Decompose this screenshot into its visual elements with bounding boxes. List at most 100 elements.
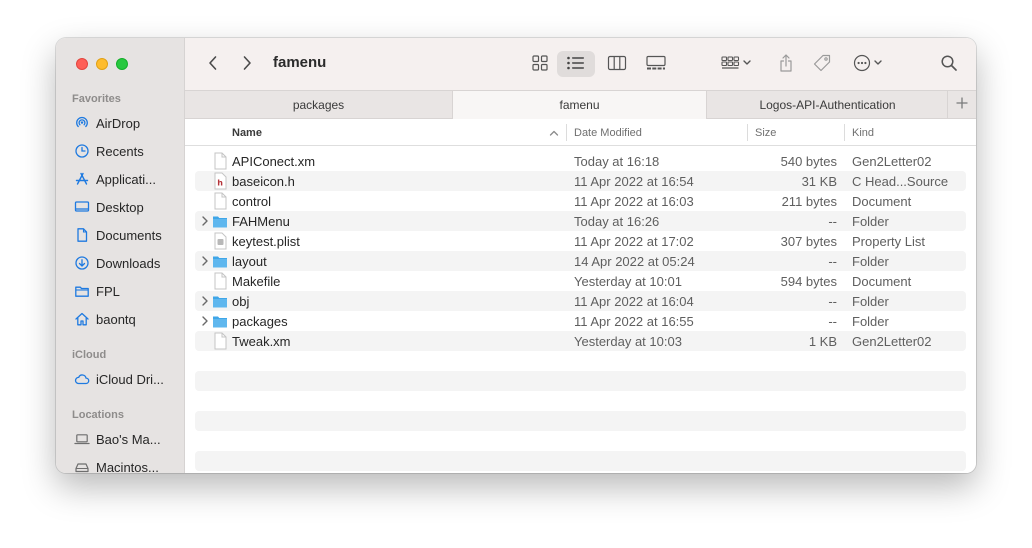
folder-icon [212, 252, 228, 270]
sidebar-item-applications[interactable]: Applicati... [74, 169, 182, 189]
plus-icon [956, 96, 968, 114]
table-row[interactable]: Makefile Yesterday at 10:01 594 bytes Do… [195, 271, 966, 291]
file-kind: Property List [852, 233, 925, 249]
gallery-view-button[interactable] [639, 51, 673, 77]
icloud-section-label: iCloud [72, 349, 107, 361]
file-size: -- [828, 253, 837, 269]
sidebar-item-label: Macintos... [96, 459, 159, 474]
sidebar-item-label: Downloads [96, 255, 161, 271]
column-view-button[interactable] [601, 51, 633, 77]
disclosure-chevron-icon[interactable] [200, 254, 210, 268]
tags-button[interactable] [809, 51, 835, 77]
file-date: Yesterday at 10:03 [574, 333, 682, 349]
file-name: baseicon.h [232, 173, 295, 189]
table-row[interactable]: keytest.plist 11 Apr 2022 at 17:02 307 b… [195, 231, 966, 251]
file-kind: Gen2Letter02 [852, 333, 932, 349]
table-row[interactable]: APIConect.xm Today at 16:18 540 bytes Ge… [195, 151, 966, 171]
sidebar-item-label: Bao's Ma... [96, 431, 161, 447]
table-row[interactable]: Tweak.xm Yesterday at 10:03 1 KB Gen2Let… [195, 331, 966, 351]
gallery-icon [645, 55, 667, 74]
window-controls [76, 58, 128, 70]
minimize-button[interactable] [96, 58, 108, 70]
file-size: 307 bytes [780, 233, 837, 249]
tab-packages[interactable]: packages [185, 91, 452, 119]
table-row[interactable]: h baseicon.h 11 Apr 2022 at 16:54 31 KB … [195, 171, 966, 191]
file-name: keytest.plist [232, 233, 300, 249]
folder-icon [212, 292, 228, 310]
file-size: -- [828, 293, 837, 309]
column-date-label: Date Modified [574, 126, 642, 139]
table-row[interactable]: FAHMenu Today at 16:26 -- Folder [195, 211, 966, 231]
file-kind: Folder [852, 253, 889, 269]
column-header-kind[interactable]: Kind [852, 119, 972, 146]
tab-famenu[interactable]: famenu [452, 91, 707, 119]
chevron-right-icon [241, 55, 253, 74]
sidebar-item-label: baontq [96, 311, 136, 327]
group-by-button[interactable] [715, 51, 759, 77]
file-size: 31 KB [801, 173, 837, 189]
laptop-icon [74, 431, 90, 447]
file-name: FAHMenu [232, 213, 290, 229]
sidebar-item-downloads[interactable]: Downloads [74, 253, 182, 273]
folder-icon [212, 312, 228, 330]
grid-icon [531, 54, 549, 75]
tab-label: famenu [559, 98, 600, 112]
back-button[interactable] [201, 51, 225, 77]
disclosure-chevron-icon[interactable] [200, 294, 210, 308]
search-button[interactable] [935, 51, 963, 77]
sidebar-item-recents[interactable]: Recents [74, 141, 182, 161]
zoom-button[interactable] [116, 58, 128, 70]
share-button[interactable] [773, 51, 799, 77]
sidebar-item-label: FPL [96, 283, 120, 299]
file-name: packages [232, 313, 288, 329]
finder-window: Favorites AirDrop Recents Applicati... D… [56, 38, 976, 473]
column-header-name[interactable]: Name [232, 119, 562, 146]
sidebar-item-desktop[interactable]: Desktop [74, 197, 182, 217]
file-size: 540 bytes [780, 153, 837, 169]
icon-view-button[interactable] [525, 51, 555, 77]
file-name: obj [232, 293, 250, 309]
sidebar-item-documents[interactable]: Documents [74, 225, 182, 245]
more-actions-button[interactable] [849, 51, 891, 77]
svg-text:h: h [217, 179, 223, 188]
file-icon [212, 152, 228, 170]
file-date: Today at 16:26 [574, 213, 660, 229]
airdrop-icon [74, 115, 90, 131]
column-header-size[interactable]: Size [755, 119, 835, 146]
file-date: 14 Apr 2022 at 05:24 [574, 253, 695, 269]
forward-button[interactable] [235, 51, 259, 77]
close-button[interactable] [76, 58, 88, 70]
disclosure-chevron-icon[interactable] [200, 214, 210, 228]
empty-row [195, 411, 966, 431]
file-date: 11 Apr 2022 at 16:55 [574, 313, 694, 329]
column-divider[interactable] [747, 124, 748, 141]
sidebar: Favorites AirDrop Recents Applicati... D… [56, 38, 185, 473]
sidebar-item-home[interactable]: baontq [74, 309, 182, 329]
sidebar-item-fpl[interactable]: FPL [74, 281, 182, 301]
table-row[interactable]: packages 11 Apr 2022 at 16:55 -- Folder [195, 311, 966, 331]
group-icon [720, 55, 754, 74]
sidebar-item-macintosh-hd[interactable]: Macintos... [74, 457, 182, 473]
list-view-button[interactable] [557, 51, 595, 77]
tab-logos-api-authentication[interactable]: Logos-API-Authentication [707, 91, 948, 119]
sidebar-item-macbook[interactable]: Bao's Ma... [74, 429, 182, 449]
file-date: Yesterday at 10:01 [574, 273, 682, 289]
column-divider[interactable] [844, 124, 845, 141]
table-row[interactable]: layout 14 Apr 2022 at 05:24 -- Folder [195, 251, 966, 271]
cloud-icon [74, 371, 90, 387]
empty-row [195, 371, 966, 391]
sidebar-item-icloud-drive[interactable]: iCloud Dri... [74, 369, 182, 389]
table-row[interactable]: control 11 Apr 2022 at 16:03 211 bytes D… [195, 191, 966, 211]
chevron-left-icon [207, 55, 219, 74]
header-file-icon: h [212, 172, 228, 190]
disclosure-chevron-icon[interactable] [200, 314, 210, 328]
sidebar-item-airdrop[interactable]: AirDrop [74, 113, 182, 133]
new-tab-button[interactable] [947, 91, 976, 119]
table-row[interactable]: obj 11 Apr 2022 at 16:04 -- Folder [195, 291, 966, 311]
window-title: famenu [273, 54, 327, 71]
toolbar: famenu [185, 38, 976, 90]
home-icon [74, 311, 90, 327]
column-divider[interactable] [566, 124, 567, 141]
column-header-date[interactable]: Date Modified [574, 119, 744, 146]
folder-icon [212, 212, 228, 230]
